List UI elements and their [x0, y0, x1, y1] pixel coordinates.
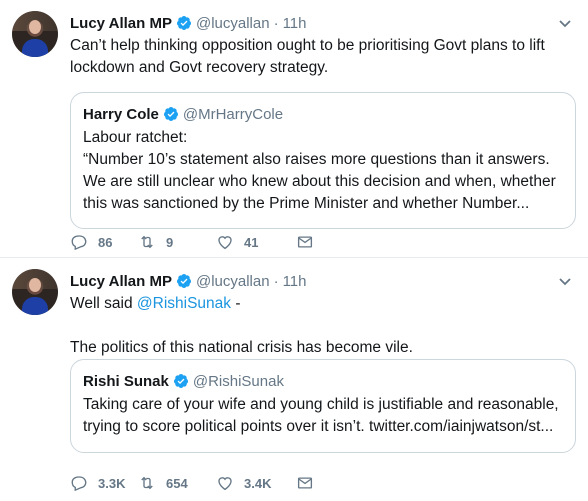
author-handle[interactable]: @lucyallan — [196, 15, 270, 32]
verified-badge-icon — [173, 374, 188, 388]
retweet-button[interactable]: 654 — [138, 474, 216, 492]
reply-count: 3.3K — [98, 475, 126, 491]
retweet-count: 9 — [166, 234, 174, 250]
like-count: 3.4K — [244, 475, 272, 491]
tweet-actions: 86 9 41 — [70, 233, 314, 251]
tweet-text-prefix: Well said — [70, 295, 137, 312]
tweet-text-paragraph: The politics of this national crisis has… — [70, 339, 413, 356]
retweet-count: 654 — [166, 475, 188, 491]
quoted-author-name: Harry Cole — [83, 105, 159, 123]
tweet-header: Lucy Allan MP @lucyallan · 11h — [70, 12, 576, 34]
tweet-header: Lucy Allan MP @lucyallan · 11h — [70, 270, 576, 292]
verified-badge-icon — [163, 107, 178, 121]
like-count: 41 — [244, 234, 259, 250]
retweet-icon — [141, 235, 153, 249]
dm-button[interactable] — [296, 474, 314, 492]
retweet-icon — [141, 476, 153, 490]
reply-button[interactable]: 3.3K — [70, 474, 138, 492]
verified-badge-icon — [176, 274, 191, 288]
reply-icon — [71, 235, 87, 251]
dm-icon — [297, 477, 313, 489]
like-button[interactable]: 41 — [216, 233, 296, 251]
author-name[interactable]: Lucy Allan MP — [70, 15, 172, 32]
like-icon — [218, 236, 232, 250]
quoted-author-handle: @RishiSunak — [192, 372, 284, 390]
separator-dot: · — [273, 14, 279, 32]
quoted-tweet[interactable]: Rishi Sunak @RishiSunak Taking care of y… — [70, 359, 576, 453]
separator-dot: · — [273, 272, 279, 290]
author-handle[interactable]: @lucyallan — [196, 273, 270, 290]
timestamp[interactable]: 11h — [283, 15, 307, 32]
tweet-text-suffix: - — [231, 295, 241, 312]
avatar[interactable] — [12, 269, 58, 315]
quoted-text-body: “Number 10’s statement also raises more … — [83, 151, 556, 212]
tweet-actions: 3.3K 654 3.4K — [70, 474, 314, 492]
reply-count: 86 — [98, 234, 113, 250]
like-button[interactable]: 3.4K — [216, 474, 296, 492]
reply-button[interactable]: 86 — [70, 233, 138, 251]
tweet-text: Can’t help thinking opposition ought to … — [70, 37, 545, 76]
dm-icon — [297, 236, 313, 248]
quoted-author-handle: @MrHarryCole — [182, 105, 284, 123]
quoted-text-line: Labour ratchet: — [83, 129, 188, 146]
like-icon — [218, 477, 232, 491]
avatar[interactable] — [12, 11, 58, 57]
dm-button[interactable] — [296, 233, 314, 251]
quoted-author-name: Rishi Sunak — [83, 372, 169, 390]
author-name[interactable]: Lucy Allan MP — [70, 273, 172, 290]
tweet-text: Well said @RishiSunak - — [70, 293, 576, 315]
tweet[interactable]: Lucy Allan MP @lucyallan · 11h Can’t hel… — [0, 0, 588, 258]
tweet[interactable]: Lucy Allan MP @lucyallan · 11h Well said… — [0, 258, 588, 501]
verified-badge-icon — [176, 16, 191, 30]
retweet-button[interactable]: 9 — [138, 233, 216, 251]
reply-icon — [71, 476, 87, 492]
timestamp[interactable]: 11h — [283, 273, 307, 290]
quoted-tweet[interactable]: Harry Cole @MrHarryCole Labour ratchet: … — [70, 92, 576, 229]
quoted-text-body: Taking care of your wife and young child… — [83, 396, 559, 435]
mention-link[interactable]: @RishiSunak — [137, 295, 231, 312]
